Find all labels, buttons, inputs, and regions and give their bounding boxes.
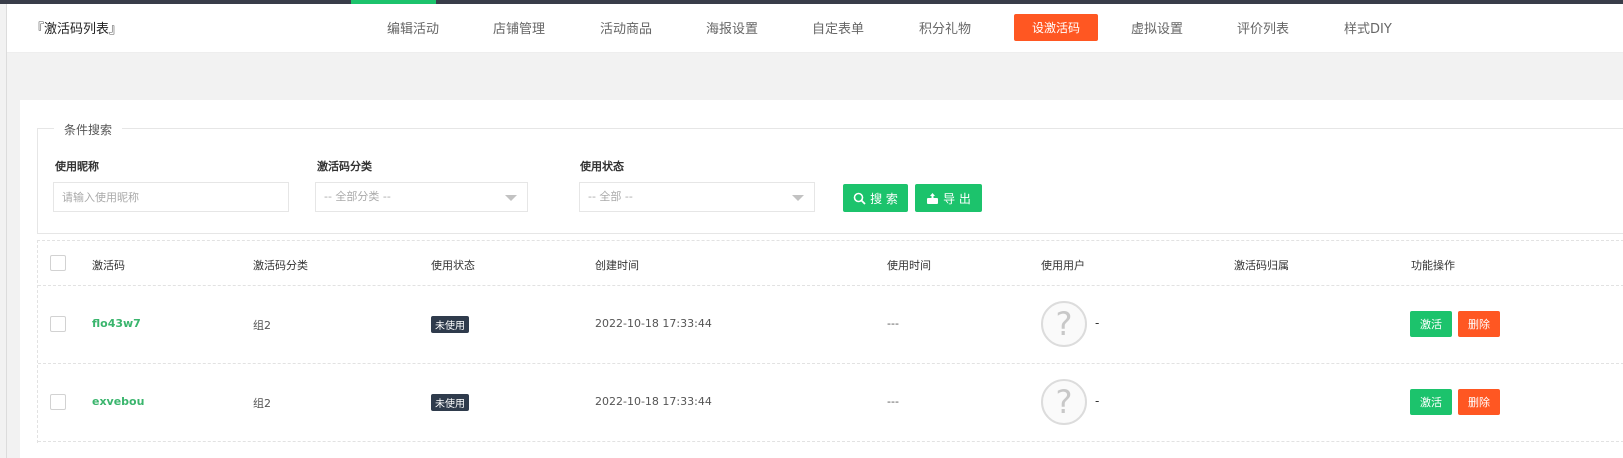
column-header-category: 激活码分类 [253, 259, 308, 272]
row-checkbox[interactable] [50, 316, 66, 332]
status-badge: 未使用 [431, 316, 469, 333]
tab-virtual-settings[interactable]: 虚拟设置 [1131, 18, 1183, 37]
status-cell: 未使用 [431, 394, 469, 411]
search-button-label: 搜 索 [870, 191, 898, 206]
user-name: - [1095, 394, 1100, 408]
tab-store-management[interactable]: 店铺管理 [493, 18, 545, 37]
activate-button[interactable]: 激活 [1410, 311, 1452, 337]
column-header-actions: 功能操作 [1411, 259, 1455, 272]
search-button[interactable]: 搜 索 [843, 184, 908, 212]
export-button-label: 导 出 [943, 191, 971, 206]
tab-style-diy[interactable]: 样式DIY [1344, 18, 1392, 37]
status-select[interactable]: -- 全部 -- [579, 182, 815, 212]
question-mark-avatar: ? [1041, 301, 1087, 347]
nickname-input[interactable] [53, 182, 289, 212]
table-row: flo43w7 组2 未使用 2022-10-18 17:33:44 --- ?… [38, 286, 1623, 364]
chevron-down-icon [792, 195, 804, 201]
column-header-created: 创建时间 [595, 259, 639, 272]
category-label: 激活码分类 [317, 160, 372, 173]
column-header-status: 使用状态 [431, 259, 475, 272]
used-time: --- [887, 395, 899, 408]
tab-custom-form[interactable]: 自定表单 [812, 18, 864, 37]
row-checkbox[interactable] [50, 394, 66, 410]
tab-points-gifts[interactable]: 积分礼物 [919, 18, 971, 37]
code-category: 组2 [253, 319, 271, 332]
nickname-label: 使用昵称 [55, 160, 99, 173]
column-header-owner: 激活码归属 [1234, 259, 1289, 272]
tab-activation-codes[interactable]: 设激活码 [1014, 14, 1099, 41]
created-time: 2022-10-18 17:33:44 [595, 317, 712, 330]
export-icon [927, 192, 939, 204]
search-fieldset: 条件搜索 [37, 121, 1623, 234]
table-row: exvebou 组2 未使用 2022-10-18 17:33:44 --- ?… [38, 364, 1623, 442]
search-icon [853, 192, 866, 205]
tab-poster-settings[interactable]: 海报设置 [706, 18, 758, 37]
search-legend: 条件搜索 [54, 121, 123, 138]
page-title: 『激活码列表』 [31, 22, 123, 37]
tab-review-list[interactable]: 评价列表 [1237, 18, 1289, 37]
status-cell: 未使用 [431, 316, 469, 333]
activation-code-link[interactable]: flo43w7 [92, 317, 141, 330]
delete-button[interactable]: 删除 [1458, 389, 1500, 415]
status-select-value: -- 全部 -- [588, 190, 633, 203]
column-header-code: 激活码 [92, 259, 125, 272]
tab-activity-products[interactable]: 活动商品 [600, 18, 652, 37]
activation-code-link[interactable]: exvebou [92, 395, 144, 408]
activate-button[interactable]: 激活 [1410, 389, 1452, 415]
category-select[interactable]: -- 全部分类 -- [315, 182, 528, 212]
user-name: - [1095, 316, 1100, 330]
select-all-checkbox[interactable] [50, 255, 66, 271]
column-header-user: 使用用户 [1041, 259, 1085, 272]
header-bar: 『激活码列表』 编辑活动 店铺管理 活动商品 海报设置 自定表单 积分礼物 设激… [7, 4, 1623, 53]
export-button[interactable]: 导 出 [915, 184, 982, 212]
code-category: 组2 [253, 397, 271, 410]
status-badge: 未使用 [431, 394, 469, 411]
chevron-down-icon [505, 195, 517, 201]
question-mark-avatar: ? [1041, 379, 1087, 425]
tab-edit-activity[interactable]: 编辑活动 [387, 18, 439, 37]
left-divider [6, 4, 7, 458]
used-time: --- [887, 317, 899, 330]
main-panel: 条件搜索 使用昵称 激活码分类 -- 全部分类 -- 使用状态 -- 全部 --… [20, 100, 1623, 458]
activation-code-table: 激活码 激活码分类 使用状态 创建时间 使用时间 使用用户 激活码归属 功能操作… [37, 240, 1623, 443]
status-label: 使用状态 [580, 160, 624, 173]
table-header-row: 激活码 激活码分类 使用状态 创建时间 使用时间 使用用户 激活码归属 功能操作 [38, 241, 1623, 286]
created-time: 2022-10-18 17:33:44 [595, 395, 712, 408]
delete-button[interactable]: 删除 [1458, 311, 1500, 337]
column-header-used-time: 使用时间 [887, 259, 931, 272]
category-select-value: -- 全部分类 -- [324, 190, 391, 203]
